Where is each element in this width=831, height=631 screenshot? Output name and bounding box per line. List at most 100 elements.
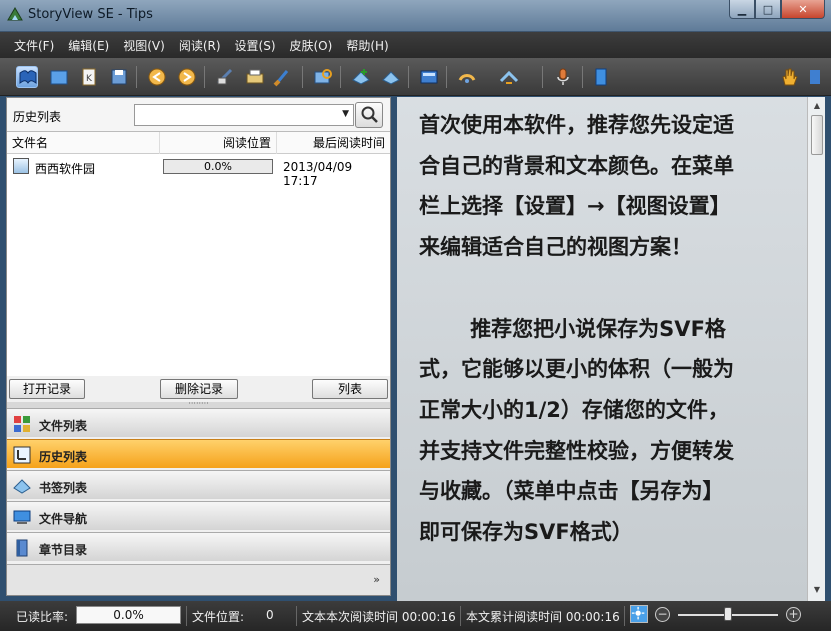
list-view-button[interactable]: 列表 (312, 379, 388, 399)
scroll-speed-icon[interactable] (498, 66, 520, 88)
bookmark-list-icon (13, 479, 31, 494)
total-read-time: 本文累计阅读时间 00:00:16 (466, 610, 620, 624)
folder-icon[interactable] (48, 66, 70, 88)
maximize-button[interactable]: □ (755, 0, 781, 19)
add-bookmark-icon[interactable] (350, 66, 372, 88)
nav-footer: » (7, 564, 390, 595)
search-book-icon[interactable] (312, 66, 334, 88)
menu-help[interactable]: 帮助(H) (346, 37, 388, 54)
toolbar-separator (542, 66, 543, 88)
hand-icon[interactable] (778, 66, 800, 88)
column-last-read[interactable]: 最后阅读时间 (277, 132, 390, 154)
reader-scrollbar[interactable]: ▲ ▼ (807, 97, 825, 601)
search-icon (361, 106, 378, 123)
brightness-slider-thumb[interactable] (724, 607, 732, 621)
brightness-up-icon[interactable]: + (786, 607, 801, 622)
fullscreen-icon[interactable] (418, 66, 440, 88)
search-button[interactable] (355, 102, 383, 128)
nav-label: 文件列表 (39, 419, 88, 433)
row-last-read: 2013/04/09 17:17 (283, 160, 353, 188)
toolbar-separator (582, 66, 583, 88)
column-read-position[interactable]: 阅读位置 (160, 132, 277, 154)
history-table: 西西软件园 0.0% 2013/04/09 17:17 (7, 154, 390, 376)
chevron-down-icon[interactable]: ▼ (342, 109, 349, 119)
open-record-button[interactable]: 打开记录 (9, 379, 85, 399)
nav-item-file-nav[interactable]: 文件导航 (7, 501, 390, 530)
scrollbar-thumb[interactable] (811, 115, 823, 155)
nav-label: 书签列表 (39, 481, 88, 495)
file-position-value: 0 (266, 608, 274, 622)
session-read-time: 文本本次阅读时间 00:00:16 (302, 610, 456, 624)
bookmark-k-icon[interactable]: K (78, 66, 100, 88)
nav-label: 历史列表 (39, 450, 88, 464)
read-ratio-value: 0.0% (76, 606, 181, 624)
auto-scroll-icon[interactable] (456, 66, 478, 88)
table-row[interactable]: 西西软件园 0.0% 2013/04/09 17:17 (7, 156, 390, 188)
nav-item-history[interactable]: 历史列表 (7, 439, 390, 468)
typing-icon[interactable] (214, 66, 236, 88)
history-panel-title: 历史列表 (13, 110, 62, 124)
title-bar: StoryView SE - Tips ▁ □ ✕ (0, 0, 831, 32)
ribbon-overflow-icon[interactable] (808, 66, 822, 88)
status-separator (186, 606, 187, 626)
forward-icon[interactable] (176, 66, 198, 88)
microphone-icon[interactable] (552, 66, 574, 88)
brush-icon[interactable] (272, 66, 294, 88)
menu-edit[interactable]: 编辑(E) (68, 37, 109, 54)
toolbar-separator (340, 66, 341, 88)
open-book-icon[interactable] (16, 66, 38, 88)
scroll-up-icon[interactable]: ▲ (810, 99, 824, 113)
history-panel: 历史列表 ▼ 文件名 阅读位置 最后阅读时间 西西软件园 0.0% 2013/0… (6, 97, 391, 596)
row-progress: 0.0% (163, 159, 273, 174)
window-controls: ▁ □ ✕ (729, 0, 825, 20)
column-filename[interactable]: 文件名 (7, 132, 160, 154)
toolbar-separator (446, 66, 447, 88)
history-panel-header: 历史列表 ▼ (7, 98, 390, 132)
minimize-button[interactable]: ▁ (729, 0, 755, 19)
toolbar-separator (136, 66, 137, 88)
close-button[interactable]: ✕ (781, 0, 825, 19)
chapter-icon (16, 539, 28, 557)
history-icon (13, 446, 31, 464)
menu-file[interactable]: 文件(F) (14, 37, 54, 54)
file-nav-icon (13, 510, 31, 524)
back-icon[interactable] (146, 66, 168, 88)
nav-item-bookmarks[interactable]: 书签列表 (7, 470, 390, 499)
nav-label: 文件导航 (39, 512, 88, 526)
toolbar: K ▼ ▼ − (0, 58, 831, 143)
delete-record-button[interactable]: 删除记录 (160, 379, 238, 399)
menu-bar: 文件(F) 编辑(E) 视图(V) 阅读(R) 设置(S) 皮肤(O) 帮助(H… (0, 32, 831, 58)
window-title: StoryView SE - Tips (28, 7, 153, 22)
app-icon (7, 7, 23, 21)
book-file-icon (13, 158, 29, 174)
scroll-down-icon[interactable]: ▼ (810, 583, 824, 597)
toolbar-separator (302, 66, 303, 88)
reader-text: 首次使用本软件，推荐您先设定适 合自己的背景和文本颜色。在菜单 栏上选择【设置】… (419, 113, 734, 545)
read-ratio-label: 已读比率: (16, 610, 69, 624)
row-filename: 西西软件园 (35, 162, 96, 176)
toolbar-separator (408, 66, 409, 88)
file-list-icon (14, 416, 30, 432)
table-header: 文件名 阅读位置 最后阅读时间 (7, 132, 390, 154)
toolbar-separator (204, 66, 205, 88)
menu-settings[interactable]: 设置(S) (235, 37, 276, 54)
save-icon[interactable] (108, 66, 130, 88)
brightness-down-icon[interactable]: − (655, 607, 670, 622)
status-bar: 已读比率: 0.0% 文件位置: 0 文本本次阅读时间 00:00:16 本文累… (0, 601, 831, 631)
page-layout-icon[interactable] (590, 66, 612, 88)
bookmark-list-icon[interactable] (380, 66, 402, 88)
menu-read[interactable]: 阅读(R) (179, 37, 221, 54)
nav-label: 章节目录 (39, 543, 88, 557)
history-search-input[interactable]: ▼ (134, 104, 354, 126)
print-icon[interactable] (244, 66, 266, 88)
nav-item-file-list[interactable]: 文件列表 (7, 408, 390, 437)
reader-pane[interactable]: 首次使用本软件，推荐您先设定适 合自己的背景和文本颜色。在菜单 栏上选择【设置】… (397, 97, 807, 601)
chevron-double-right-icon[interactable]: » (373, 573, 380, 586)
status-separator (624, 606, 625, 626)
brightness-icon[interactable] (630, 605, 648, 623)
menu-skin[interactable]: 皮肤(O) (290, 37, 333, 54)
file-position-label: 文件位置: (192, 610, 245, 624)
menu-view[interactable]: 视图(V) (123, 37, 165, 54)
nav-item-chapters[interactable]: 章节目录 (7, 532, 390, 561)
status-separator (460, 606, 461, 626)
